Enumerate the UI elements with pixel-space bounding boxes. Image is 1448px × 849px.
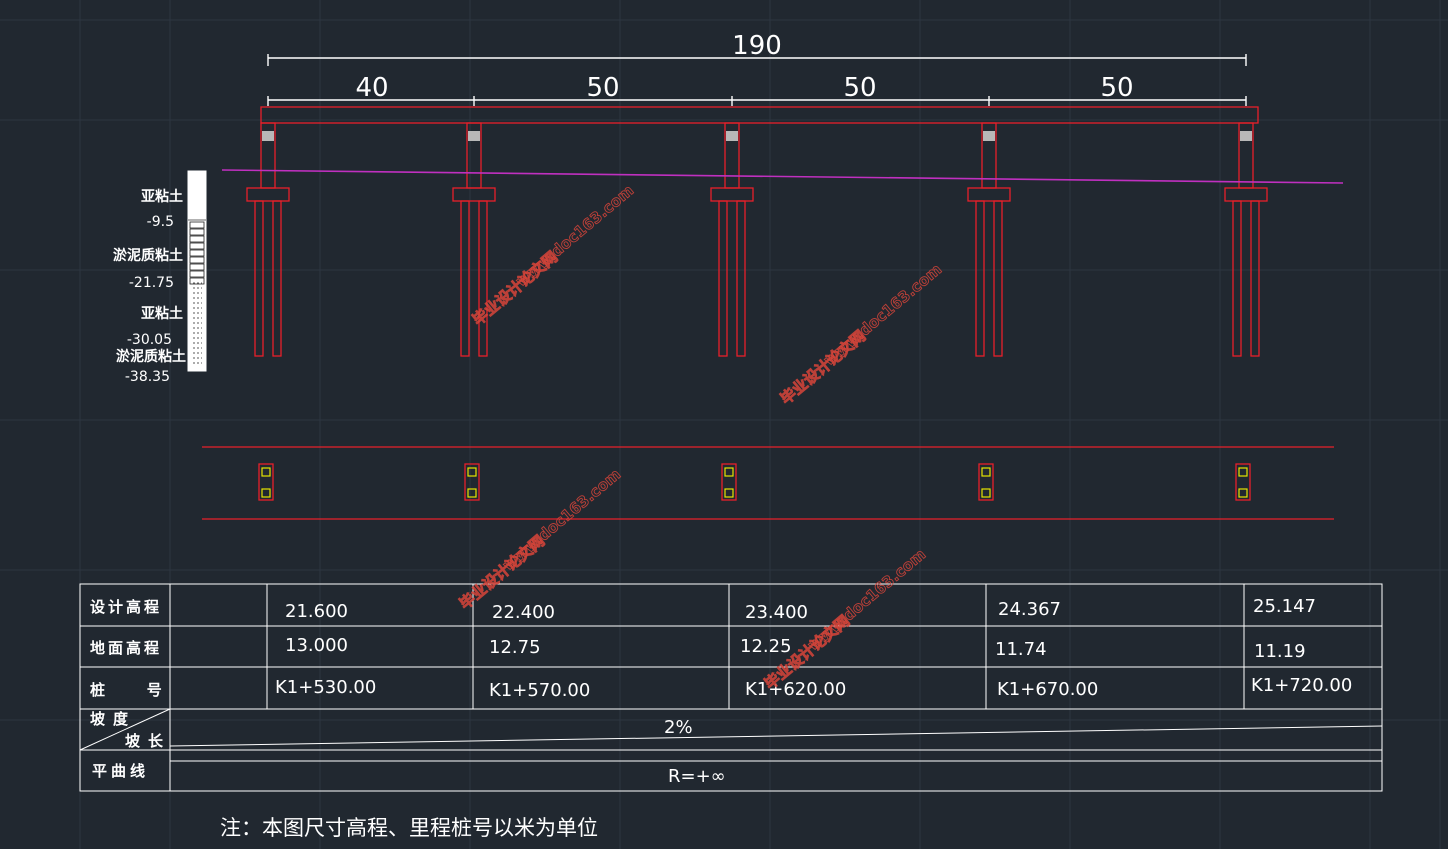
slope-profile-line xyxy=(169,725,1383,747)
soil-layer-name: 亚粘土 xyxy=(141,305,183,322)
table-cell: 23.400 xyxy=(745,602,808,623)
soil-layer-depth: -38.35 xyxy=(125,369,170,385)
soil-layer-depth: -30.05 xyxy=(127,332,172,348)
pile xyxy=(736,200,746,357)
plan-view xyxy=(202,446,1334,520)
ground-line xyxy=(221,169,1344,184)
plan-pier-outline xyxy=(1235,463,1251,501)
pier xyxy=(246,122,290,357)
watermark-text: www.doc163.com xyxy=(820,260,945,369)
bearing-block xyxy=(983,131,995,141)
watermark: 毕业设计论文网 www.doc163.com xyxy=(469,181,638,330)
table-cell: K1+530.00 xyxy=(275,677,376,698)
watermark-text: www.doc163.com xyxy=(499,465,624,574)
bearing-block xyxy=(726,131,738,141)
table-row-label: 桩 号 xyxy=(90,681,162,699)
pile xyxy=(975,200,985,357)
pile xyxy=(254,200,264,357)
table-cell: 25.147 xyxy=(1253,596,1316,617)
drawing-note: 注：本图尺寸高程、里程桩号以米为单位 xyxy=(220,816,598,840)
pile xyxy=(272,200,282,357)
table-cell: 12.25 xyxy=(740,636,792,657)
plan-pier xyxy=(721,463,737,501)
pile-cap xyxy=(710,187,754,202)
span-length-label: 50 xyxy=(843,73,876,103)
watermark-text: www.doc163.com xyxy=(804,545,929,654)
pile xyxy=(460,200,470,357)
pier-group xyxy=(246,122,1268,357)
pier xyxy=(967,122,1011,357)
plan-pier xyxy=(258,463,274,501)
plan-pile-marker xyxy=(1238,467,1248,477)
plan-pier xyxy=(978,463,994,501)
table-cell: 22.400 xyxy=(492,602,555,623)
soil-layer-depth: -21.75 xyxy=(129,275,174,291)
span-length-label: 40 xyxy=(355,73,388,103)
soil-column xyxy=(187,170,207,372)
plan-pier-group xyxy=(258,463,1251,501)
table-cell: 11.19 xyxy=(1254,641,1306,662)
bearing-block xyxy=(1240,131,1252,141)
slope-length-label: 坡长 xyxy=(125,732,171,750)
pile xyxy=(718,200,728,357)
plan-pile-marker xyxy=(1238,488,1248,498)
table-cell: K1+620.00 xyxy=(745,679,846,700)
table-row-label: 设计高程 xyxy=(90,598,162,616)
plan-pier-outline xyxy=(978,463,994,501)
table-cell: K1+720.00 xyxy=(1251,675,1352,696)
soil-layer-name: 淤泥质粘土 xyxy=(113,247,183,264)
watermark: 毕业设计论文网 www.doc163.com xyxy=(777,260,946,409)
background-grid xyxy=(0,0,1448,849)
total-length-label: 190 xyxy=(732,31,782,61)
soil-layer-name: 淤泥质粘土 xyxy=(116,348,186,365)
plan-pile-marker xyxy=(724,488,734,498)
pile xyxy=(1250,200,1260,357)
pile-cap xyxy=(452,187,496,202)
span-length-label: 50 xyxy=(586,73,619,103)
bearing-block xyxy=(468,131,480,141)
slope-value: 2% xyxy=(664,717,693,738)
table-cell: 21.600 xyxy=(285,601,348,622)
soil-layer-name: 亚粘土 xyxy=(141,188,183,205)
plan-pile-marker xyxy=(724,467,734,477)
pile xyxy=(478,200,488,357)
table-cell: K1+670.00 xyxy=(997,679,1098,700)
plan-pile-marker xyxy=(261,467,271,477)
soil-layer-depth: -9.5 xyxy=(147,214,174,230)
pile-cap xyxy=(1224,187,1268,202)
plan-pier-outline xyxy=(464,463,480,501)
plan-pile-marker xyxy=(261,488,271,498)
bearing-block xyxy=(262,131,274,141)
plan-pile-marker xyxy=(981,467,991,477)
table-cell: 24.367 xyxy=(998,599,1061,620)
bridge-elevation xyxy=(246,106,1268,357)
plan-pier xyxy=(1235,463,1251,501)
table-cell: 12.75 xyxy=(489,637,541,658)
plan-pile-marker xyxy=(467,467,477,477)
superstructure-deck xyxy=(260,106,1259,124)
pile-cap xyxy=(967,187,1011,202)
dimension-chain xyxy=(267,54,1247,106)
plan-pier xyxy=(464,463,480,501)
plan-pier-outline xyxy=(721,463,737,501)
table-cell: 11.74 xyxy=(995,639,1047,660)
curve-value: R=+∞ xyxy=(668,766,726,787)
pile-cap xyxy=(246,187,290,202)
plan-pile-marker xyxy=(467,488,477,498)
watermark: 毕业设计论文网 www.doc163.com xyxy=(456,465,625,614)
table-cell: K1+570.00 xyxy=(489,680,590,701)
pile xyxy=(993,200,1003,357)
slope-label: 坡度 xyxy=(90,710,136,728)
table-cell: 13.000 xyxy=(285,635,348,656)
span-length-label: 50 xyxy=(1100,73,1133,103)
curve-label: 平曲线 xyxy=(92,762,149,780)
table-row-label: 地面高程 xyxy=(90,639,162,657)
plan-pile-marker xyxy=(981,488,991,498)
pier xyxy=(1224,122,1268,357)
watermark-text: www.doc163.com xyxy=(512,181,637,290)
plan-pier-outline xyxy=(258,463,274,501)
pier xyxy=(710,122,754,357)
pile xyxy=(1232,200,1242,357)
cad-drawing-canvas: 190 40 50 50 50 亚粘土 -9.5 淤泥质粘土 -21.75 亚粘… xyxy=(0,0,1448,849)
